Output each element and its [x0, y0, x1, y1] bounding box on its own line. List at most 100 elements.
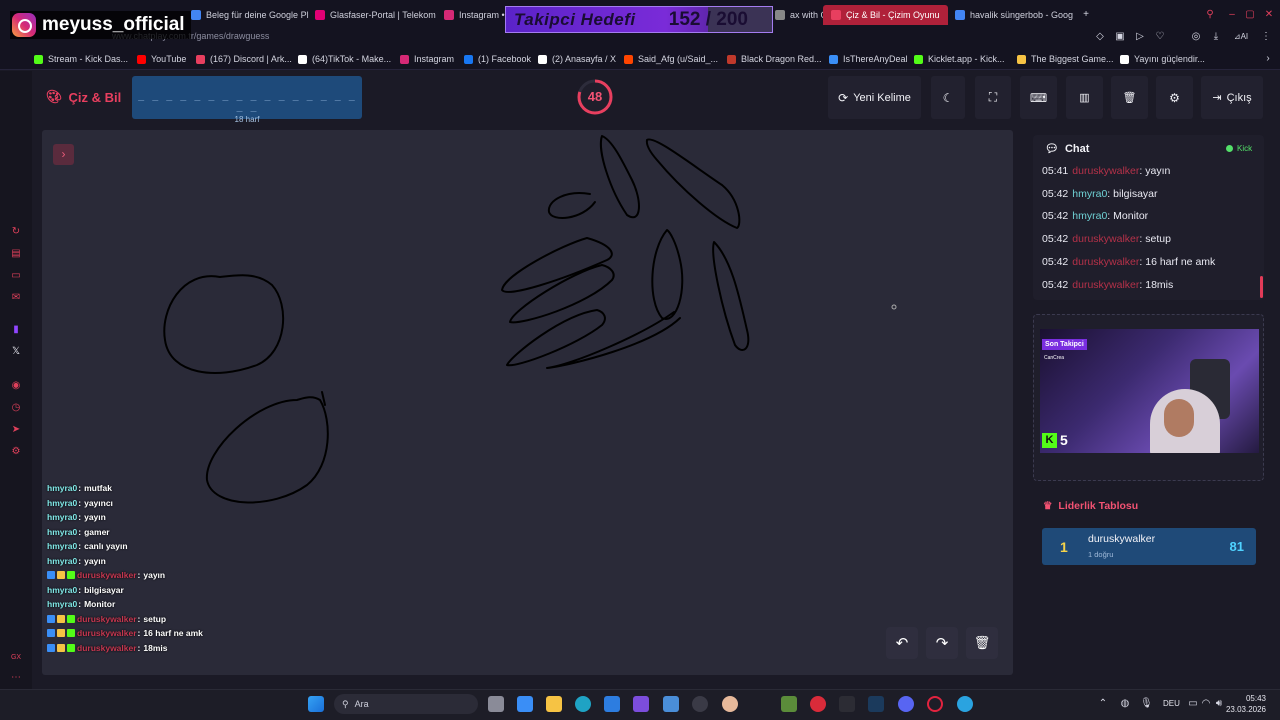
recorder-icon[interactable]	[810, 696, 826, 712]
chat-user[interactable]: duruskywalker	[1072, 165, 1139, 177]
volume-icon[interactable]: 🔊︎	[1213, 698, 1225, 710]
heart-icon[interactable]: ♡	[1154, 31, 1166, 43]
browser-tab[interactable]: ax with G	[775, 6, 828, 24]
search-icon[interactable]: ⚲	[1204, 9, 1216, 21]
mic-icon[interactable]: 🎙︎	[1140, 698, 1153, 710]
chat-bubble-icon[interactable]: ▭	[10, 270, 22, 282]
keyboard-language[interactable]: DEU	[1163, 699, 1180, 708]
overlay-chat-row: hmyra0: yayın	[47, 510, 247, 525]
clear-canvas-button[interactable]: 🗑︎	[966, 627, 998, 659]
steam-icon[interactable]	[868, 696, 884, 712]
twitch-icon[interactable]: ▮	[10, 324, 22, 336]
task-view-icon[interactable]	[488, 696, 504, 712]
browser-tab[interactable]: havalik süngerbob - Goog	[955, 6, 1073, 24]
file-explorer-icon[interactable]	[546, 696, 562, 712]
browser-tab[interactable]: Glasfaser-Portal | Telekom	[315, 6, 436, 24]
bag-icon[interactable]: ▤	[10, 248, 22, 260]
logout-button[interactable]: ⇥ Çıkış	[1201, 76, 1263, 119]
bookmark-item[interactable]: (64)TikTok - Make...	[298, 53, 391, 65]
ai-icon[interactable]: ⊿AI	[1232, 31, 1250, 43]
minecraft-icon[interactable]	[781, 696, 797, 712]
more-icon[interactable]: ⋯	[10, 672, 22, 684]
chat-user[interactable]: duruskywalker	[1072, 279, 1139, 291]
chat-scrollbar[interactable]	[1260, 276, 1263, 298]
discord-icon[interactable]	[898, 696, 914, 712]
network-icon[interactable]: ◍	[1119, 698, 1131, 710]
expand-panel-button[interactable]: ›	[53, 144, 74, 165]
taskbar-search[interactable]: ⚲ Ara	[334, 694, 478, 714]
logout-icon: ⇥	[1212, 92, 1222, 104]
history-icon[interactable]: ↻	[10, 226, 22, 238]
profile-icon[interactable]: ◎	[1190, 31, 1202, 43]
app-icon[interactable]	[663, 696, 679, 712]
settings-icon[interactable]: ⚙	[10, 446, 22, 458]
sidebar-gx-icon[interactable]: GX	[10, 652, 22, 664]
chat-user[interactable]: duruskywalker	[1072, 256, 1139, 268]
tray-arrow-icon[interactable]: ⌃	[1097, 698, 1109, 710]
bookmark-item[interactable]: (167) Discord | Ark...	[196, 53, 292, 65]
bookmark-item[interactable]: The Biggest Game...	[1017, 53, 1114, 65]
download-icon[interactable]: ⤓	[1210, 31, 1222, 43]
more-bookmarks-icon[interactable]: ›	[1262, 53, 1274, 65]
keyboard-button[interactable]: ⌨	[1020, 76, 1057, 119]
bookmark-item[interactable]: Said_Afg (u/Said_...	[624, 53, 718, 65]
edge-icon[interactable]	[575, 696, 591, 712]
overlay-chat: hmyra0: mutfak hmyra0: yayıncı hmyra0: yayın h…	[47, 481, 247, 655]
archive-button[interactable]: ▥	[1066, 76, 1103, 119]
record-icon[interactable]: ◉	[10, 380, 22, 392]
redo-button[interactable]: ↷	[926, 627, 958, 659]
widgets-icon[interactable]	[517, 696, 533, 712]
store-icon[interactable]	[604, 696, 620, 712]
app-grid-icon[interactable]	[633, 696, 649, 712]
x-icon[interactable]: 𝕏	[10, 346, 22, 358]
chatgpt-icon[interactable]	[692, 696, 708, 712]
bookmark-item[interactable]: Yayını güçlendir...	[1120, 53, 1205, 65]
epic-games-icon[interactable]	[839, 696, 855, 712]
bookmark-item[interactable]: Stream - Kick Das...	[34, 53, 128, 65]
avatar-icon[interactable]	[722, 696, 738, 712]
browser-tab[interactable]: Instagram •	[444, 6, 505, 24]
bookmark-item[interactable]: Kicklet.app - Kick...	[914, 53, 1005, 65]
start-icon[interactable]	[308, 696, 324, 712]
close-icon[interactable]: ✕	[1263, 9, 1275, 21]
overlay-chat-text: 16 harf ne amk	[143, 628, 203, 639]
browser-tab[interactable]: Beleg für deine Google Pl	[191, 6, 309, 24]
bookmark-item[interactable]: Instagram	[400, 53, 454, 65]
menu-icon[interactable]: ⋮	[1260, 31, 1272, 43]
bookmark-item[interactable]: IsThereAnyDeal	[829, 53, 908, 65]
last-follower-name: CanCrea	[1044, 355, 1065, 361]
settings-button[interactable]: ⚙	[1156, 76, 1193, 119]
mail-icon[interactable]: ✉	[10, 292, 22, 304]
play-icon[interactable]: ▷	[1134, 31, 1146, 43]
clock-icon[interactable]: ◷	[10, 402, 22, 414]
telegram-icon[interactable]	[957, 696, 973, 712]
chat-user[interactable]: duruskywalker	[1072, 233, 1139, 245]
opera-gx-icon[interactable]	[927, 696, 943, 712]
bookmark-item[interactable]: (2) Anasayfa / X	[538, 53, 616, 65]
undo-button[interactable]: ↶	[886, 627, 918, 659]
bookmark-item[interactable]: Black Dragon Red...	[727, 53, 822, 65]
chat-user[interactable]: hmyra0	[1072, 210, 1107, 222]
bookmark-icon[interactable]: ◇	[1094, 31, 1106, 43]
fullscreen-button[interactable]: ⛶	[975, 76, 1011, 119]
bookmark-favicon-icon	[464, 54, 473, 64]
extension-icon[interactable]: ▣	[1114, 31, 1126, 43]
bookmark-item[interactable]: YouTube	[137, 53, 186, 65]
theme-toggle-button[interactable]: ☾	[931, 76, 965, 119]
wifi-icon[interactable]: ◠	[1200, 698, 1212, 710]
monitor-icon[interactable]: ▭	[1187, 698, 1199, 710]
browser-tab[interactable]: Çiz & Bil - Çizim Oyunu	[823, 5, 948, 25]
new-tab-icon[interactable]: +	[1080, 9, 1092, 21]
overlay-chat-user: duruskywalker	[77, 642, 137, 653]
minimize-icon[interactable]: –	[1226, 9, 1238, 21]
bookmark-label: (1) Facebook	[478, 54, 532, 64]
new-word-button[interactable]: ⟳ Yeni Kelime	[828, 76, 921, 119]
system-clock[interactable]: 05:43 23.03.2026	[1226, 693, 1266, 715]
send-icon[interactable]: ➤	[10, 424, 22, 436]
delete-button[interactable]: 🗑︎	[1111, 76, 1148, 119]
chat-user[interactable]: hmyra0	[1072, 188, 1107, 200]
maximize-icon[interactable]: ▢	[1244, 9, 1256, 21]
bookmark-item[interactable]: (1) Facebook	[464, 53, 531, 65]
stroke-small-1	[547, 192, 596, 219]
app-brand[interactable]: 🎨︎ Çiz & Bil	[46, 89, 121, 105]
